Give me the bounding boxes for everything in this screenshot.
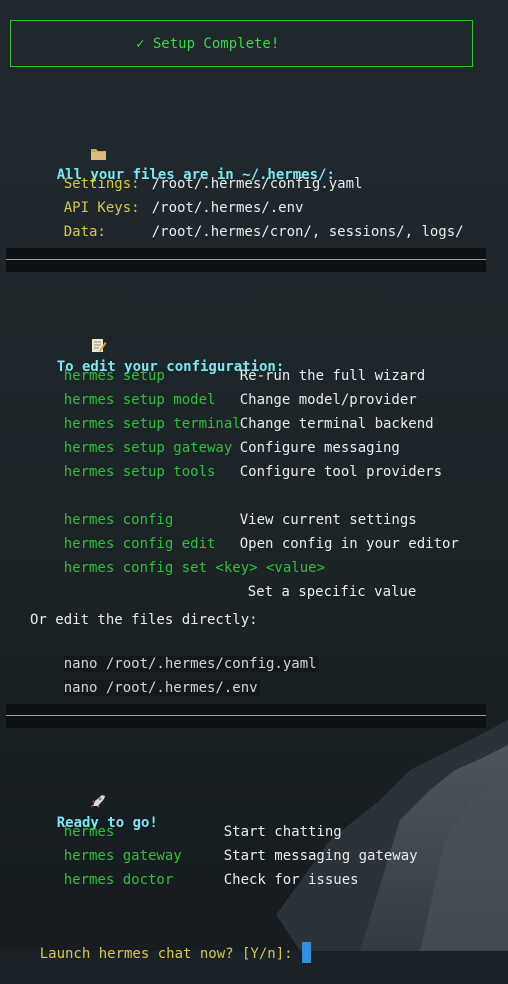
- folder-icon: [40, 126, 107, 160]
- command-row: hermes config set <key> <value>: [30, 538, 325, 576]
- memo-icon: [40, 318, 107, 352]
- command-desc: Configure tool providers: [239, 464, 443, 480]
- command-row: hermes setup gateway Configure messaging: [30, 418, 400, 456]
- direct-edit-command: nano /root/.hermes/config.yaml: [30, 634, 319, 672]
- section-divider: [6, 704, 486, 728]
- direct-edit-command: nano /root/.hermes/.env: [30, 658, 260, 696]
- setup-complete-banner: ✓ Setup Complete!: [10, 20, 473, 67]
- command-row: hermes Start chatting: [30, 802, 342, 840]
- command-row: hermes setup Re-run the full wizard: [30, 346, 425, 384]
- rocket-icon: [40, 774, 106, 808]
- ready-heading: Ready to go!: [6, 754, 158, 831]
- api-keys-row: API Keys:/root/.hermes/.env: [30, 178, 304, 216]
- data-label: Data:: [63, 224, 106, 240]
- command-row: hermes setup terminalChange terminal bac…: [30, 394, 434, 432]
- setup-complete-text: ✓ Setup Complete!: [136, 36, 280, 52]
- direct-edit-label: Or edit the files directly:: [30, 612, 258, 628]
- command-row: hermes config edit Open config in your ed…: [30, 514, 459, 552]
- command-row: hermes config View current settings: [30, 490, 417, 528]
- command-row: hermes doctor Check for issues: [30, 850, 359, 888]
- data-row: Data: /root/.hermes/cron/, sessions/, log…: [30, 202, 464, 240]
- terminal-output: ✓ Setup Complete! All your files are in …: [0, 0, 508, 963]
- command-desc-wrapped: Set a specific value: [214, 562, 417, 600]
- text-cursor[interactable]: [302, 942, 312, 963]
- command-row: hermes setup tools Configure tool provide…: [30, 442, 442, 480]
- section-divider: [6, 248, 486, 272]
- files-heading: All your files are in ~/.hermes/:: [6, 106, 335, 183]
- command-row: hermes setup model Change model/provider: [30, 370, 417, 408]
- launch-prompt[interactable]: Launch hermes chat now? [Y/n]:: [6, 922, 312, 963]
- command-row: hermes gateway Start messaging gateway: [30, 826, 418, 864]
- settings-row: Settings:/root/.hermes/config.yaml: [30, 154, 363, 192]
- config-heading: To edit your configuration:: [6, 298, 284, 375]
- nano-env-command: nano /root/.hermes/.env: [63, 680, 260, 696]
- launch-prompt-text: Launch hermes chat now? [Y/n]:: [39, 946, 302, 962]
- command-desc: Set a specific value: [247, 584, 417, 600]
- command-desc: Check for issues: [223, 872, 359, 888]
- data-path: /root/.hermes/cron/, sessions/, logs/: [151, 224, 464, 240]
- command-name: hermes setup tools: [63, 464, 216, 480]
- command-name: hermes doctor: [63, 872, 174, 888]
